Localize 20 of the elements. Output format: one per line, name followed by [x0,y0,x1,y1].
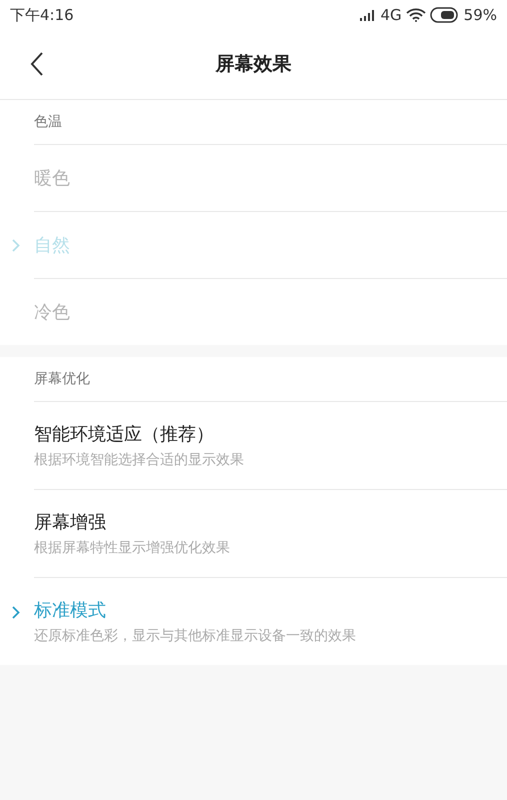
status-time: 下午4:16 [10,4,74,26]
option-description: 根据环境智能选择合适的显示效果 [34,450,245,470]
battery-percent: 59% [464,4,497,26]
back-icon[interactable] [30,52,44,76]
option-description: 根据屏幕特性显示增强优化效果 [34,538,231,558]
chevron-icon [12,239,20,252]
section-header: 色温 [34,112,62,132]
option-title: 自然 [34,234,71,258]
option-title[interactable]: 智能环境适应（推荐） [34,420,507,448]
chevron-icon [12,606,20,619]
section-header: 屏幕优化 [34,370,90,388]
wifi-icon [406,8,426,22]
option-title: 暖色 [34,166,71,190]
option-description: 还原标准色彩，显示与其他标准显示设备一致的效果 [34,626,357,646]
signal-icon [360,10,376,20]
network-label: 4G [380,4,402,26]
option-title: 冷色 [34,300,71,324]
page-title: 屏幕效果 [216,52,292,78]
battery-icon [430,7,460,23]
option-title[interactable]: 屏幕增强 [34,508,507,536]
